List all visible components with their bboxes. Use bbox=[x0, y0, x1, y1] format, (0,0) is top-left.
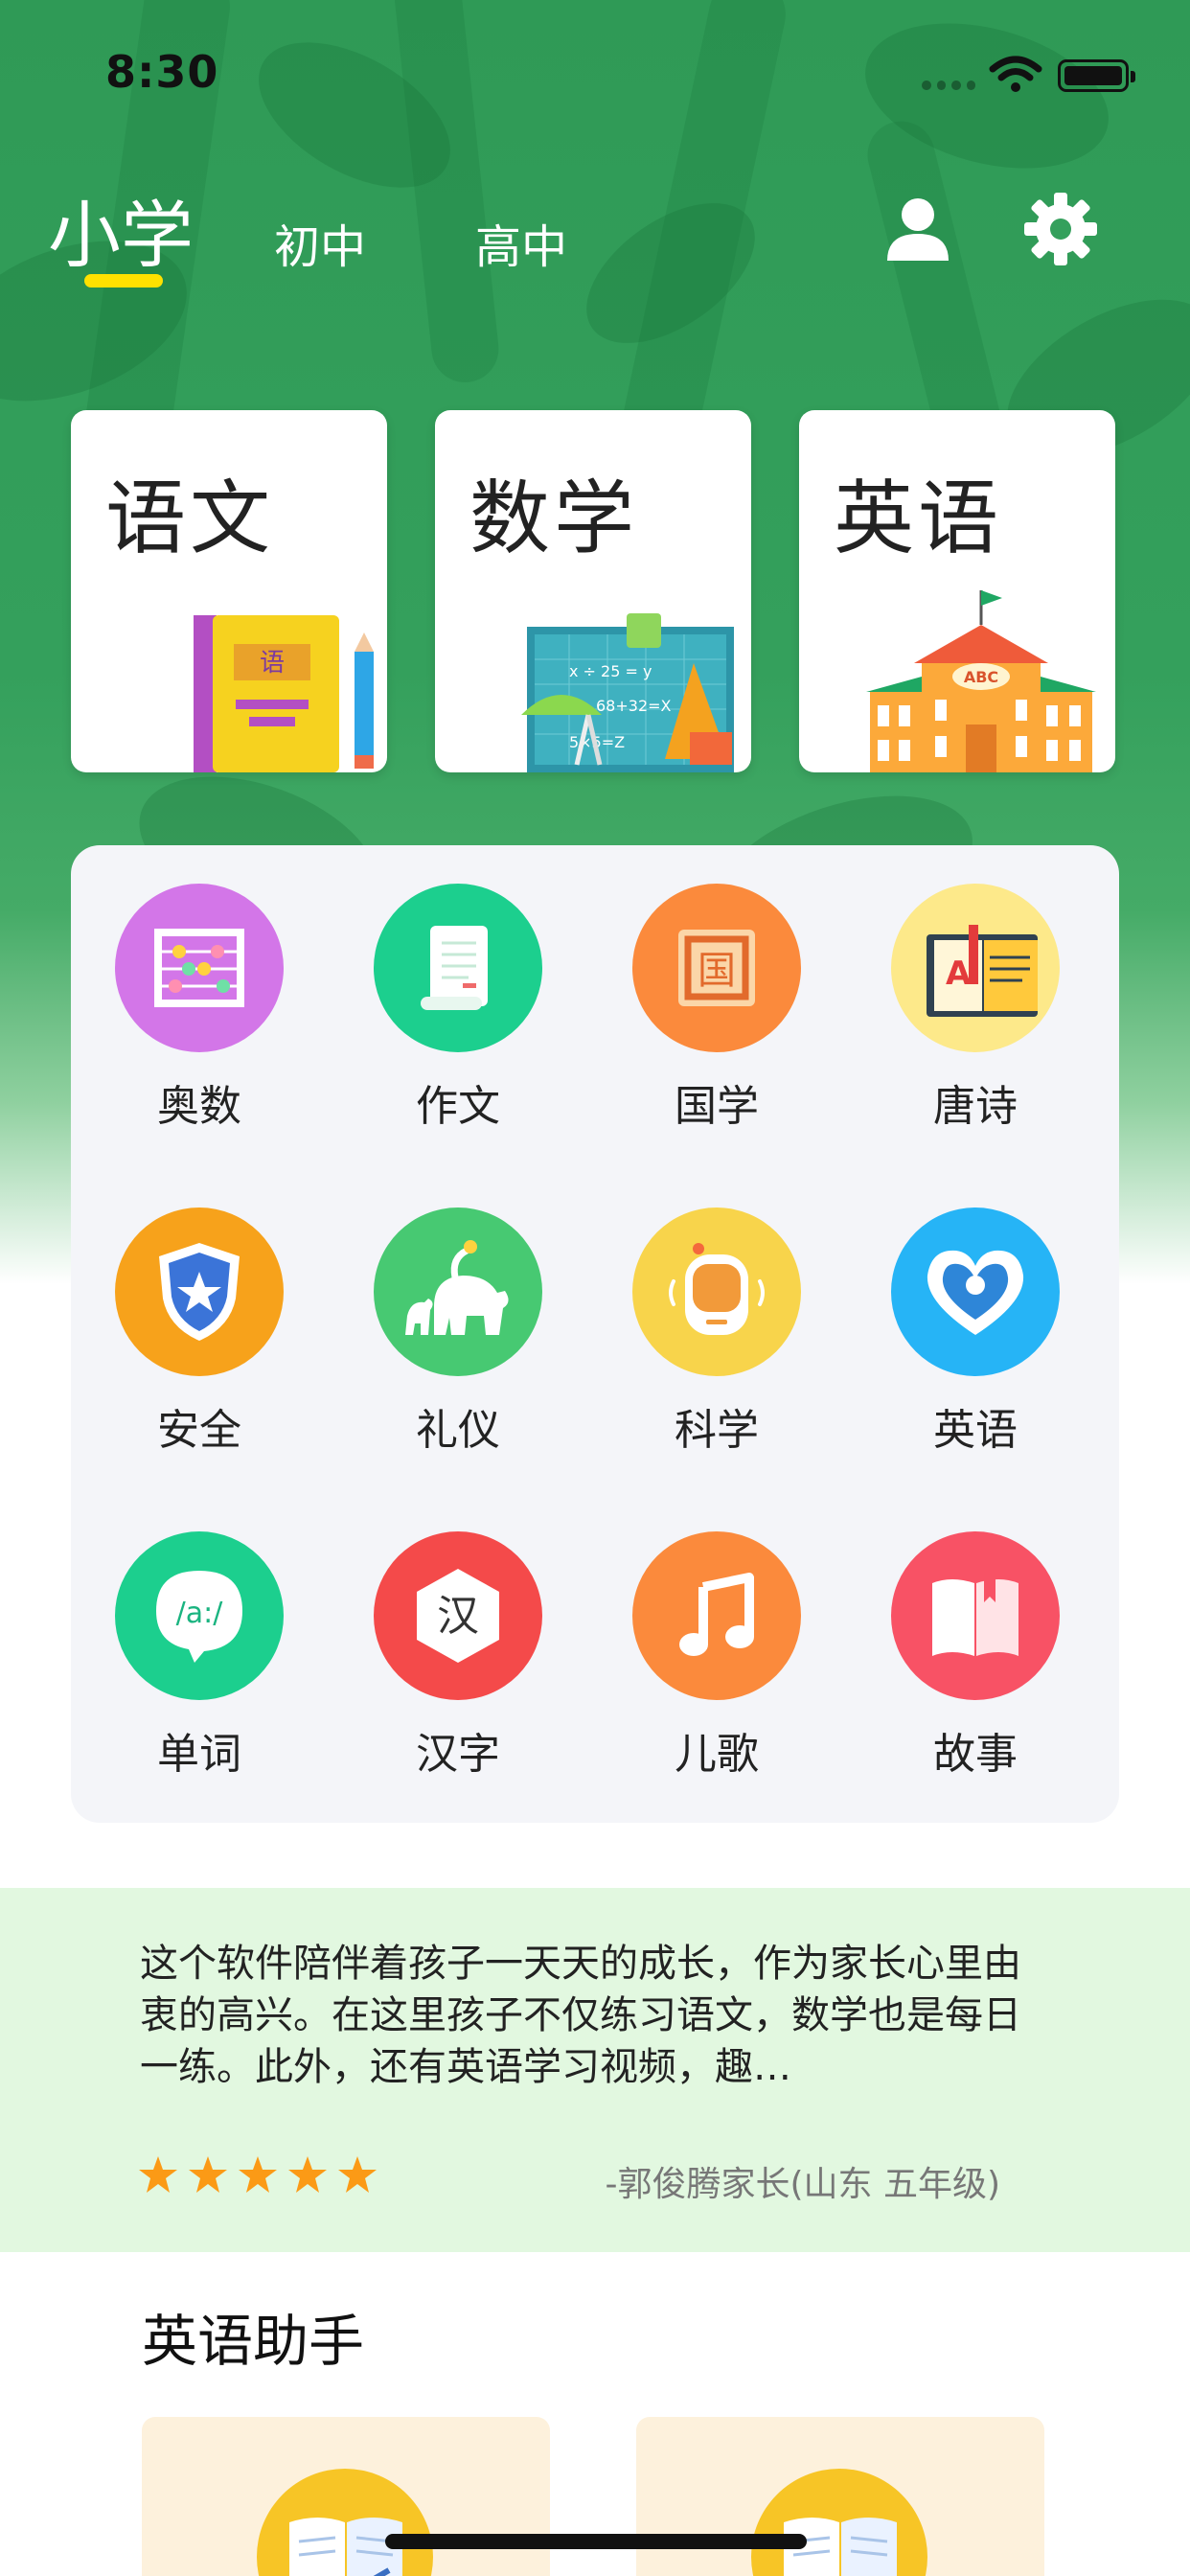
tab-middle-school[interactable]: 初中 bbox=[274, 209, 366, 276]
subject-title: 数学 bbox=[469, 472, 639, 565]
person-icon[interactable] bbox=[881, 194, 954, 266]
testimonial-banner[interactable]: 这个软件陪伴着孩子一天天的成长，作为家长心里由衷的高兴。在这里孩子不仅练习语文，… bbox=[0, 1888, 1190, 2252]
tab-primary-school[interactable]: 小学 bbox=[48, 176, 194, 282]
hanzi-hexagon-icon: 汉 bbox=[374, 1531, 542, 1700]
english-helper-card[interactable] bbox=[636, 2417, 1044, 2576]
subject-title: 语文 bbox=[105, 472, 275, 565]
svg-text:国: 国 bbox=[698, 949, 736, 993]
svg-text:x ÷ 25 = y: x ÷ 25 = y bbox=[569, 662, 652, 680]
abacus-icon bbox=[115, 884, 284, 1052]
book-pencil-icon: 语 bbox=[194, 615, 374, 772]
feature-olympiad-math[interactable]: 奥数 bbox=[105, 884, 297, 1133]
feature-label: 奥数 bbox=[157, 1082, 241, 1131]
heart-chat-icon bbox=[891, 1208, 1060, 1376]
section-title-english-helper: 英语助手 bbox=[142, 2309, 365, 2374]
scroll-icon bbox=[374, 884, 542, 1052]
feature-science[interactable]: 科学 bbox=[623, 1208, 814, 1457]
shield-star-icon bbox=[115, 1208, 284, 1376]
feature-label: 科学 bbox=[675, 1406, 759, 1455]
signal-icon bbox=[922, 80, 975, 90]
feature-grid: 奥数 作文 国 国学 A 唐诗 安全 礼仪 科学 英语 /a:/ 单词 汉 汉字… bbox=[71, 845, 1119, 1823]
feature-nursery-rhymes[interactable]: 儿歌 bbox=[623, 1531, 814, 1781]
feature-chinese-characters[interactable]: 汉 汉字 bbox=[364, 1531, 556, 1781]
star-icon bbox=[189, 2156, 227, 2193]
selected-tab-indicator bbox=[84, 274, 163, 288]
feature-vocabulary[interactable]: /a:/ 单词 bbox=[105, 1531, 297, 1781]
robot-icon bbox=[632, 1208, 801, 1376]
tab-high-school[interactable]: 高中 bbox=[475, 209, 567, 276]
star-icon bbox=[288, 2156, 327, 2193]
testimonial-author: -郭俊腾家长(山东 五年级) bbox=[605, 2165, 1000, 2204]
feature-safety[interactable]: 安全 bbox=[105, 1208, 297, 1457]
feature-label: 儿歌 bbox=[675, 1730, 759, 1779]
seal-icon: 国 bbox=[632, 884, 801, 1052]
phonetic-bubble-icon: /a:/ bbox=[115, 1531, 284, 1700]
feature-label: 礼仪 bbox=[416, 1406, 500, 1455]
feature-stories[interactable]: 故事 bbox=[881, 1531, 1073, 1781]
status-bar: 8:30 bbox=[0, 0, 1190, 144]
chalkboard-ruler-icon: x ÷ 25 = y 68+32=X 5×5=Z bbox=[521, 613, 734, 772]
svg-text:汉: 汉 bbox=[437, 1592, 479, 1641]
elephant-icon bbox=[374, 1208, 542, 1376]
feature-label: 唐诗 bbox=[933, 1082, 1018, 1131]
svg-text:ABC: ABC bbox=[964, 668, 998, 686]
feature-label: 故事 bbox=[933, 1730, 1018, 1779]
feature-etiquette[interactable]: 礼仪 bbox=[364, 1208, 556, 1457]
feature-label: 安全 bbox=[157, 1406, 241, 1455]
svg-text:A: A bbox=[946, 954, 972, 993]
english-helper-card[interactable] bbox=[142, 2417, 550, 2576]
open-book-icon bbox=[891, 1531, 1060, 1700]
feature-chinese-classics[interactable]: 国 国学 bbox=[623, 884, 814, 1133]
feature-label: 国学 bbox=[675, 1082, 759, 1131]
testimonial-text: 这个软件陪伴着孩子一天天的成长，作为家长心里由衷的高兴。在这里孩子不仅练习语文，… bbox=[140, 1942, 1021, 2089]
svg-text:语: 语 bbox=[260, 649, 285, 678]
feature-label: 英语 bbox=[933, 1406, 1018, 1455]
feature-english[interactable]: 英语 bbox=[881, 1208, 1073, 1457]
school-building-icon: ABC bbox=[866, 590, 1096, 772]
subject-card-chinese[interactable]: 语文 语 bbox=[71, 410, 387, 772]
svg-text:/a:/: /a:/ bbox=[176, 1597, 224, 1630]
subject-card-english[interactable]: 英语 ABC bbox=[799, 410, 1115, 772]
music-note-icon bbox=[632, 1531, 801, 1700]
star-icon bbox=[139, 2156, 177, 2193]
grade-tabs: 小学 初中 高中 bbox=[0, 163, 1190, 307]
feature-composition[interactable]: 作文 bbox=[364, 884, 556, 1133]
subject-title: 英语 bbox=[834, 472, 1003, 565]
feature-label: 单词 bbox=[157, 1730, 241, 1779]
battery-icon bbox=[1058, 59, 1135, 92]
poem-book-icon: A bbox=[891, 884, 1060, 1052]
svg-text:68+32=X: 68+32=X bbox=[596, 697, 672, 715]
feature-label: 汉字 bbox=[416, 1730, 500, 1779]
status-time: 8:30 bbox=[105, 46, 219, 98]
gear-icon[interactable] bbox=[1023, 192, 1098, 266]
star-icon bbox=[338, 2156, 377, 2193]
wifi-icon bbox=[989, 56, 1042, 92]
home-indicator[interactable] bbox=[385, 2534, 807, 2549]
feature-label: 作文 bbox=[416, 1082, 500, 1131]
subject-card-math[interactable]: 数学 x ÷ 25 = y 68+32=X 5×5=Z bbox=[435, 410, 751, 772]
star-icon bbox=[239, 2156, 277, 2193]
feature-tang-poetry[interactable]: A 唐诗 bbox=[881, 884, 1073, 1133]
rating-stars bbox=[138, 2154, 378, 2195]
